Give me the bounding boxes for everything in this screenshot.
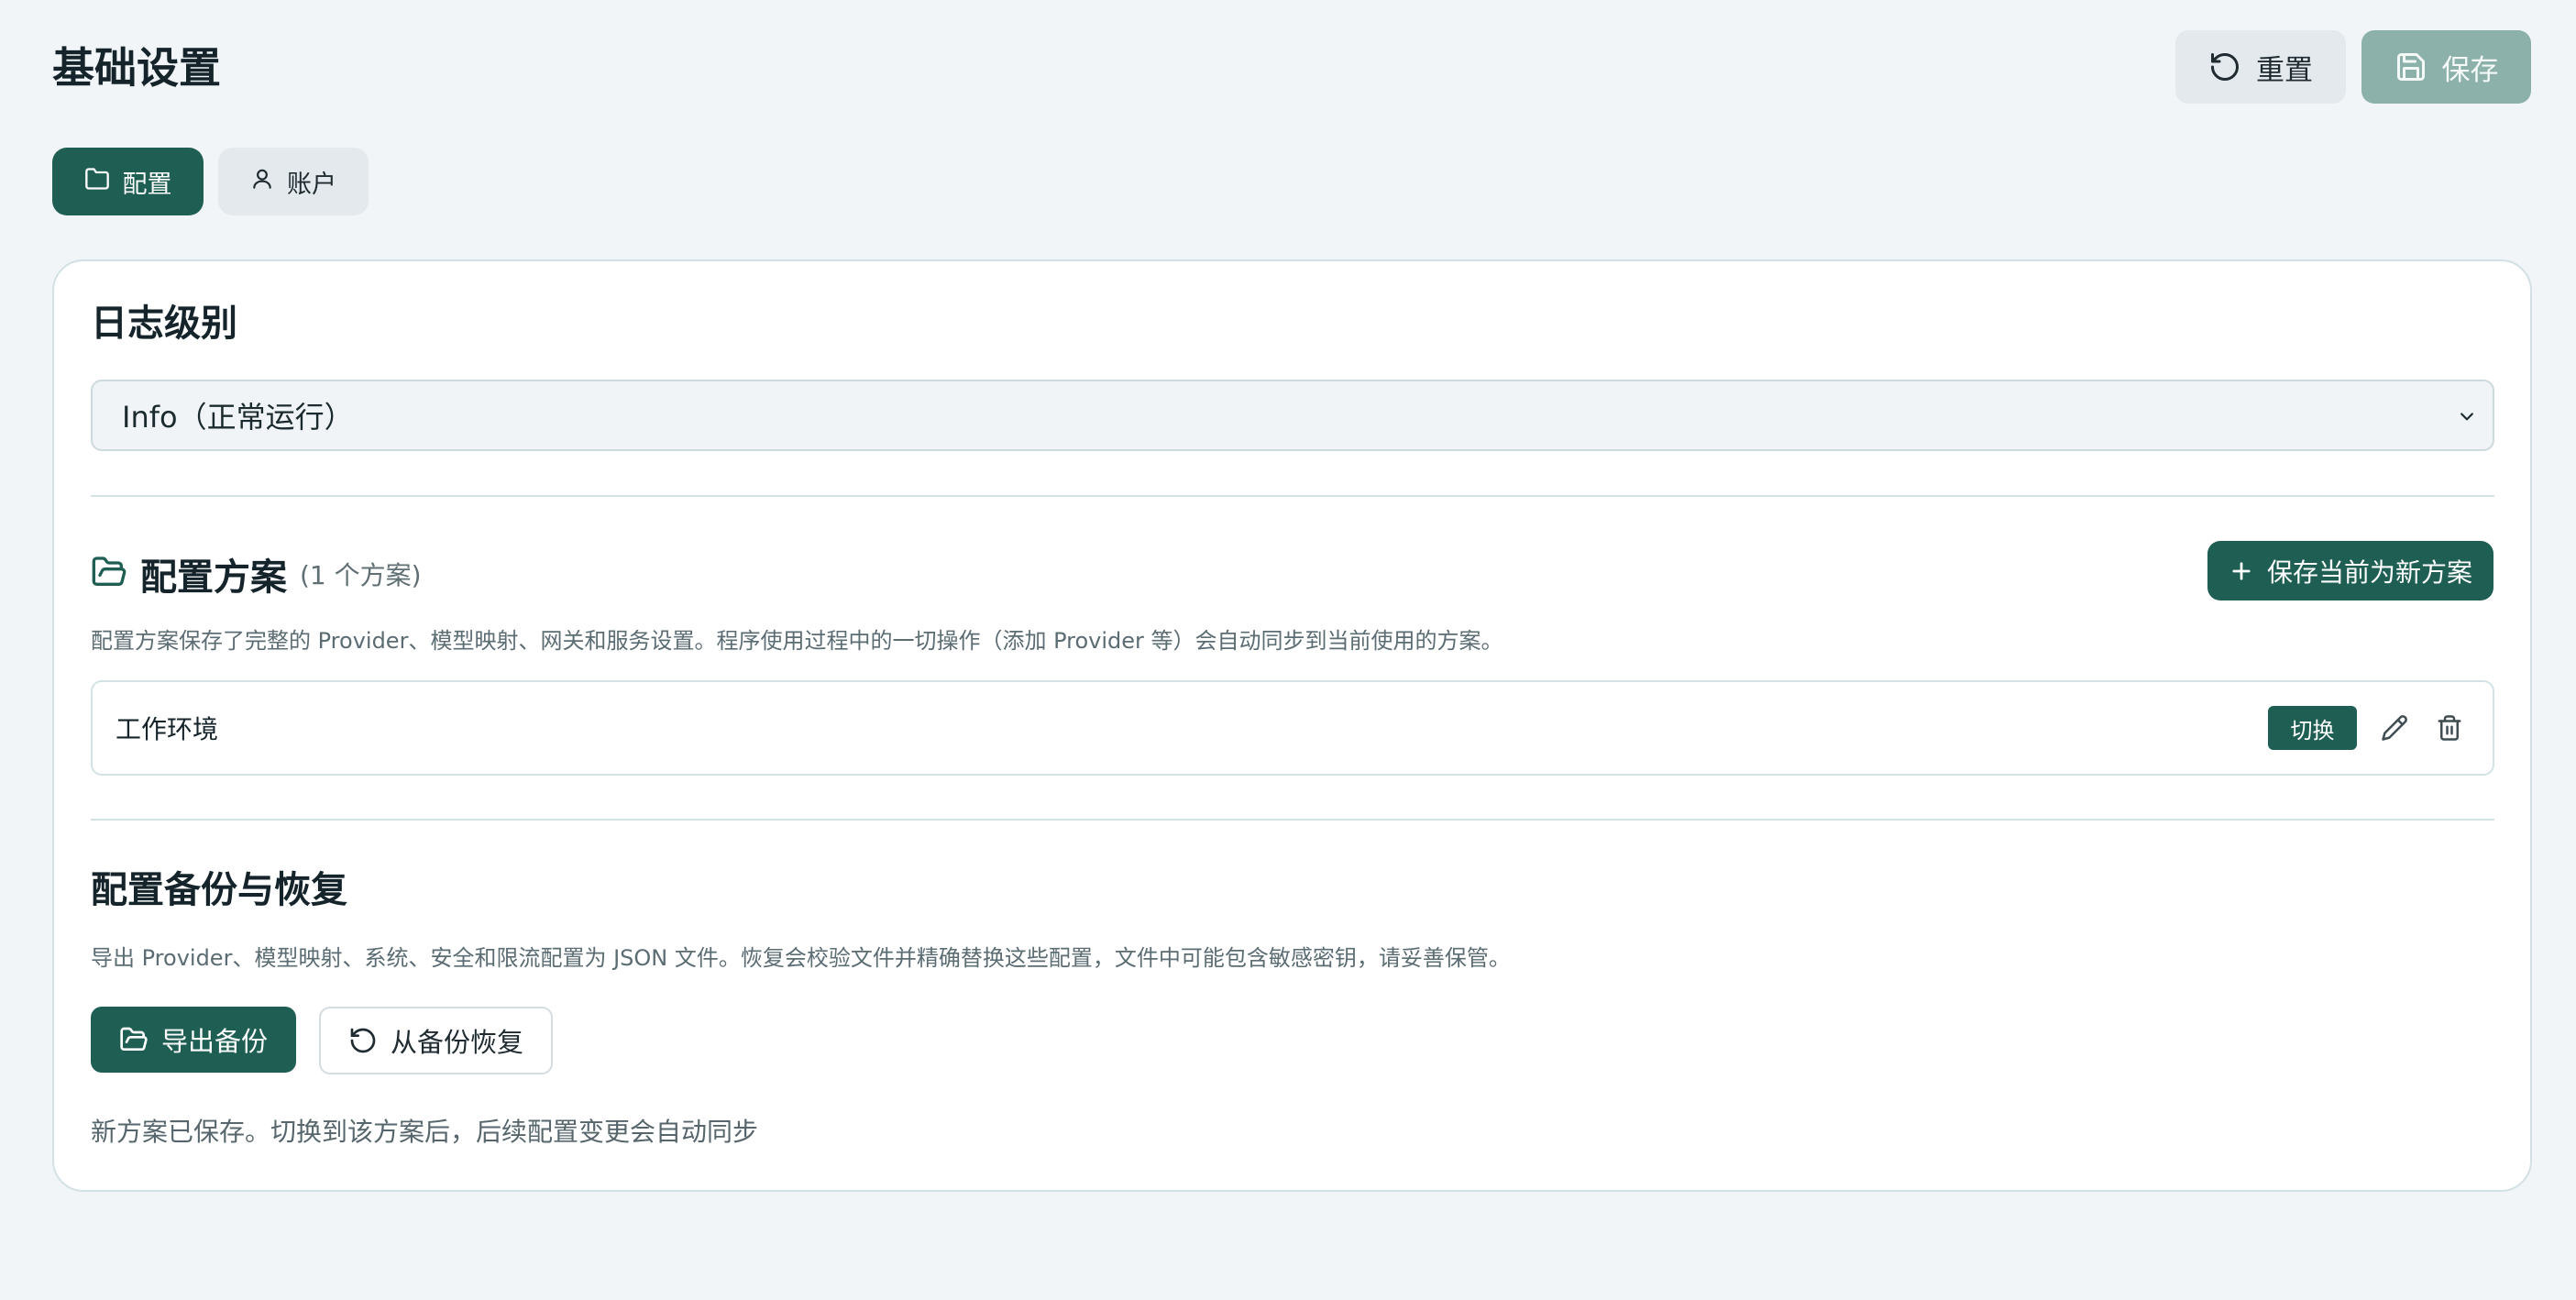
export-backup-label: 导出备份 — [160, 1026, 268, 1057]
log-level-title: 日志级别 — [91, 303, 237, 345]
tab-bar: 配置 账户 — [52, 148, 369, 215]
folder-open-icon — [119, 1025, 149, 1054]
restore-backup-button[interactable]: 从备份恢复 — [319, 1007, 553, 1074]
plus-icon — [2229, 558, 2254, 584]
folder-icon — [84, 166, 110, 198]
folder-open-icon — [91, 554, 127, 594]
tab-account-label: 账户 — [287, 170, 336, 199]
backup-buttons: 导出备份 从备份恢复 — [91, 1007, 553, 1074]
tab-account[interactable]: 账户 — [218, 148, 369, 215]
top-actions: 重置 保存 — [2175, 30, 2531, 104]
reset-icon — [2208, 50, 2241, 83]
tab-config-label: 配置 — [122, 170, 172, 199]
scheme-description: 配置方案保存了完整的 Provider、模型映射、网关和服务设置。程序使用过程中… — [91, 628, 1503, 654]
save-button[interactable]: 保存 — [2361, 30, 2531, 104]
divider — [91, 495, 2494, 497]
edit-icon[interactable] — [2377, 711, 2412, 745]
restore-icon — [348, 1026, 378, 1055]
status-message: 新方案已保存。切换到该方案后，后续配置变更会自动同步 — [91, 1117, 759, 1147]
restore-backup-label: 从备份恢复 — [390, 1027, 523, 1058]
save-icon — [2394, 50, 2427, 83]
chevron-down-icon — [2458, 398, 2476, 433]
scheme-count: (1 个方案) — [300, 560, 422, 590]
export-backup-button[interactable]: 导出备份 — [91, 1007, 296, 1073]
settings-card: 日志级别 Info（正常运行） 配置方案 (1 个方案) 保存当前为新方案 配置… — [52, 259, 2532, 1192]
user-icon — [250, 167, 274, 197]
scheme-row: 工作环境 切换 — [91, 680, 2494, 776]
divider — [91, 819, 2494, 821]
scheme-row-actions: 切换 — [2268, 706, 2467, 750]
scheme-header: 配置方案 (1 个方案) — [91, 547, 422, 600]
log-level-select[interactable]: Info（正常运行） — [91, 380, 2494, 451]
switch-scheme-button[interactable]: 切换 — [2268, 706, 2357, 750]
page-title: 基础设置 — [52, 43, 221, 93]
scheme-name: 工作环境 — [116, 714, 219, 744]
log-level-value: Info（正常运行） — [122, 400, 354, 435]
reset-button[interactable]: 重置 — [2175, 30, 2346, 104]
save-label: 保存 — [2441, 53, 2499, 87]
backup-description: 导出 Provider、模型映射、系统、安全和限流配置为 JSON 文件。恢复会… — [91, 945, 1511, 971]
backup-title: 配置备份与恢复 — [91, 869, 347, 911]
save-as-new-scheme-label: 保存当前为新方案 — [2266, 556, 2472, 588]
trash-icon[interactable] — [2432, 711, 2467, 745]
reset-label: 重置 — [2256, 53, 2313, 87]
save-as-new-scheme-button[interactable]: 保存当前为新方案 — [2207, 541, 2493, 600]
tab-config[interactable]: 配置 — [52, 148, 204, 215]
scheme-title: 配置方案 — [140, 556, 287, 599]
